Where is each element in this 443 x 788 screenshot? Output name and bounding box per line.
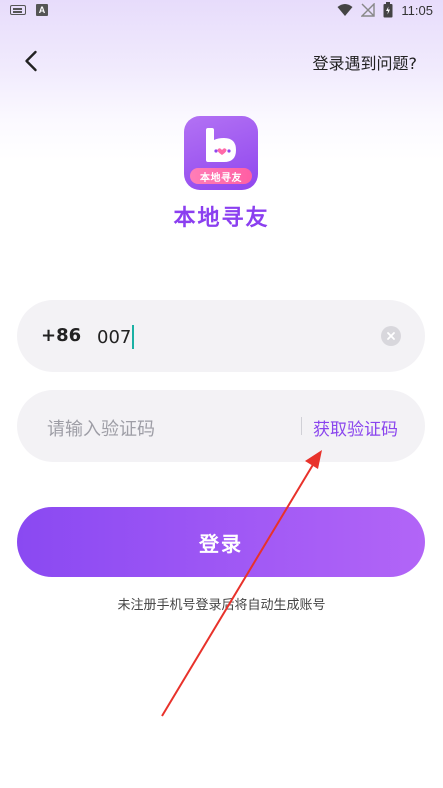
a-icon: A: [36, 4, 48, 16]
status-time: 11:05: [401, 2, 433, 18]
logo-badge-text: 本地寻友: [190, 168, 252, 184]
back-button[interactable]: [14, 44, 48, 78]
no-signal-icon: [361, 3, 376, 17]
phone-input-value: 007: [97, 326, 132, 348]
country-code-selector[interactable]: +86: [41, 325, 81, 346]
app-logo: 本地寻友: [184, 116, 258, 190]
divider: [301, 417, 302, 435]
wifi-icon: [337, 4, 353, 16]
phone-input-field[interactable]: +86 007: [17, 300, 425, 372]
chat-bubble-icon: [206, 128, 236, 162]
login-help-link[interactable]: 登录遇到问题?: [313, 50, 418, 74]
battery-icon: [383, 2, 393, 18]
verification-code-field[interactable]: 请输入验证码 获取验证码: [17, 390, 425, 462]
keyboard-icon: [10, 5, 26, 15]
status-bar: A 11:05: [0, 0, 443, 22]
chevron-left-icon: [25, 50, 37, 72]
app-name: 本地寻友: [173, 206, 270, 231]
text-caret: [132, 325, 135, 349]
phone-input[interactable]: 007: [97, 325, 135, 349]
get-code-button[interactable]: 获取验证码: [313, 415, 398, 440]
login-hint: 未注册手机号登录后将自动生成账号: [117, 598, 326, 613]
verification-code-input[interactable]: 请输入验证码: [47, 415, 155, 441]
clear-icon[interactable]: [381, 326, 401, 346]
login-button[interactable]: 登录: [17, 507, 425, 577]
